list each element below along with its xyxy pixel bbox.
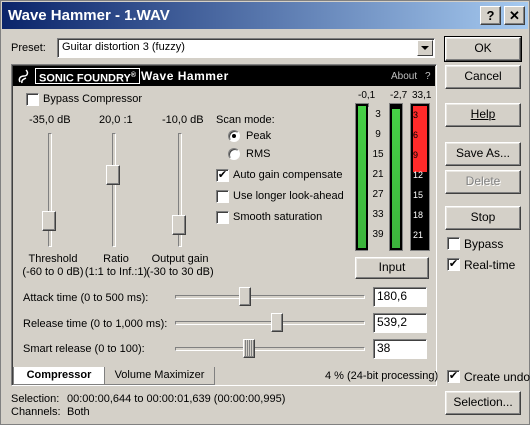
longer-lookahead-label: Use longer look-ahead (233, 190, 344, 202)
release-slider-thumb[interactable] (271, 313, 283, 332)
smart-release-slider-thumb[interactable] (243, 339, 255, 358)
brand-badge: SONIC FOUNDRY® (35, 68, 141, 85)
output-gain-label-range: (-30 to 30 dB) (146, 266, 214, 278)
preset-dropdown[interactable]: Guitar distortion 3 (fuzzy) (57, 38, 435, 58)
level-scale-tick: 27 (372, 189, 384, 200)
create-undo-label: Create undo (464, 370, 530, 384)
brand-name: SONIC FOUNDRY (39, 72, 131, 85)
level-scale: 3 9 15 21 27 33 39 (368, 107, 388, 251)
processing-status: 4 % (24-bit processing) (325, 370, 439, 382)
selection-button[interactable]: Selection... (445, 391, 521, 415)
window-title: Wave Hammer - 1.WAV (8, 7, 170, 24)
preset-label: Preset: (11, 42, 46, 54)
plugin-header: SONIC FOUNDRY® Wave Hammer About ? (13, 66, 435, 86)
selection-value: 00:00:00,644 to 00:00:01,639 (00:00:00,9… (67, 393, 286, 405)
level-scale-tick: 3 (375, 109, 381, 120)
smooth-saturation-checkbox[interactable] (216, 211, 229, 224)
close-title-button[interactable]: ✕ (504, 6, 525, 25)
right-peak-readout: -2,7 (390, 90, 408, 101)
scan-mode-label: Scan mode: (216, 114, 275, 126)
gain-reduction-readout: 33,1 (412, 90, 432, 101)
gr-scale-tick: 18 (413, 210, 424, 220)
longer-lookahead-checkbox[interactable] (216, 190, 229, 203)
gr-scale-tick: 15 (413, 190, 424, 200)
bypass-label: Bypass (464, 237, 504, 251)
gr-scale-tick: 21 (413, 230, 424, 240)
save-as-button[interactable]: Save As... (445, 142, 521, 166)
bypass-compressor-label: Bypass Compressor (43, 93, 143, 105)
ratio-slider-track[interactable] (112, 133, 116, 247)
threshold-slider-thumb[interactable] (42, 211, 56, 231)
level-scale-tick: 39 (372, 229, 384, 240)
ratio-slider-thumb[interactable] (106, 165, 120, 185)
release-slider-track[interactable] (175, 321, 365, 325)
level-scale-tick: 9 (375, 129, 381, 140)
input-button[interactable]: Input (355, 257, 429, 279)
output-gain-label-name: Output gain (151, 253, 209, 265)
sonic-foundry-logo-icon (17, 68, 31, 84)
smart-release-slider-track[interactable] (175, 347, 365, 351)
threshold-value: -35,0 dB (29, 114, 71, 126)
smooth-saturation-label: Smooth saturation (233, 211, 323, 223)
rms-label: RMS (246, 148, 271, 160)
channels-label: Channels: (11, 406, 61, 418)
selection-label: Selection: (11, 393, 60, 405)
gr-scale-tick: 6 (413, 130, 419, 140)
output-gain-slider-thumb[interactable] (172, 215, 186, 235)
preset-value: Guitar distortion 3 (fuzzy) (62, 41, 185, 53)
input-button-label: Input (378, 260, 406, 274)
title-bar[interactable]: Wave Hammer - 1.WAV ? ✕ (2, 2, 528, 29)
release-field[interactable]: 539,2 (373, 313, 427, 333)
brand-mark: ® (130, 72, 137, 79)
smart-release-label: Smart release (0 to 100): (23, 343, 145, 355)
release-label: Release time (0 to 1,000 ms): (23, 318, 168, 330)
tab-volume-maximizer[interactable]: Volume Maximizer (105, 367, 215, 385)
rms-radio[interactable] (228, 148, 240, 160)
gr-scale-tick: 12 (413, 170, 424, 180)
output-gain-value: -10,0 dB (162, 114, 204, 126)
auto-gain-checkbox[interactable]: ✔ (216, 169, 229, 182)
delete-button[interactable]: Delete (445, 170, 521, 194)
about-link[interactable]: About (391, 71, 417, 82)
help-title-button[interactable]: ? (480, 6, 501, 25)
auto-gain-label: Auto gain compensate (233, 169, 343, 181)
bypass-checkbox[interactable] (447, 237, 460, 250)
level-scale-tick: 15 (372, 149, 384, 160)
help-button-label: Help (470, 107, 496, 121)
level-scale-tick: 33 (372, 209, 384, 220)
create-undo-checkbox[interactable]: ✔ (447, 370, 460, 383)
about-help-link[interactable]: ? (425, 71, 431, 82)
peak-radio[interactable] (228, 130, 240, 142)
realtime-checkbox[interactable]: ✔ (447, 258, 460, 271)
right-level-fill (392, 109, 400, 248)
gain-reduction-meter: 3 6 9 12 15 18 21 (410, 103, 430, 251)
smart-release-field[interactable]: 38 (373, 339, 427, 359)
stop-button[interactable]: Stop (445, 206, 521, 230)
ok-button[interactable]: OK (444, 36, 522, 62)
realtime-label: Real-time (464, 258, 516, 272)
gain-reduction-scale: 3 6 9 12 15 18 21 (411, 104, 429, 250)
left-peak-readout: -0,1 (358, 90, 376, 101)
right-level-meter (389, 103, 403, 251)
attack-label: Attack time (0 to 500 ms): (23, 292, 149, 304)
left-level-meter (355, 103, 369, 251)
ratio-value: 20,0 :1 (99, 114, 133, 126)
peak-label: Peak (246, 130, 272, 142)
output-gain-label: Output gain (-30 to 30 dB) (142, 253, 218, 279)
attack-slider-thumb[interactable] (239, 287, 251, 306)
left-level-fill (358, 106, 366, 248)
bypass-compressor-checkbox[interactable] (26, 93, 39, 106)
channels-value: Both (67, 406, 90, 418)
tab-compressor[interactable]: Compressor (13, 367, 105, 385)
gr-scale-tick: 9 (413, 150, 419, 160)
chevron-down-icon[interactable] (417, 40, 433, 56)
gr-scale-tick: 3 (413, 110, 419, 120)
attack-slider-track[interactable] (175, 295, 365, 299)
level-scale-tick: 21 (372, 169, 384, 180)
help-button[interactable]: Help (445, 103, 521, 127)
cancel-button[interactable]: Cancel (445, 65, 521, 89)
attack-field[interactable]: 180,6 (373, 287, 427, 307)
plugin-name: Wave Hammer (141, 69, 229, 83)
wave-hammer-dialog: Wave Hammer - 1.WAV ? ✕ Preset: Guitar d… (0, 0, 530, 425)
